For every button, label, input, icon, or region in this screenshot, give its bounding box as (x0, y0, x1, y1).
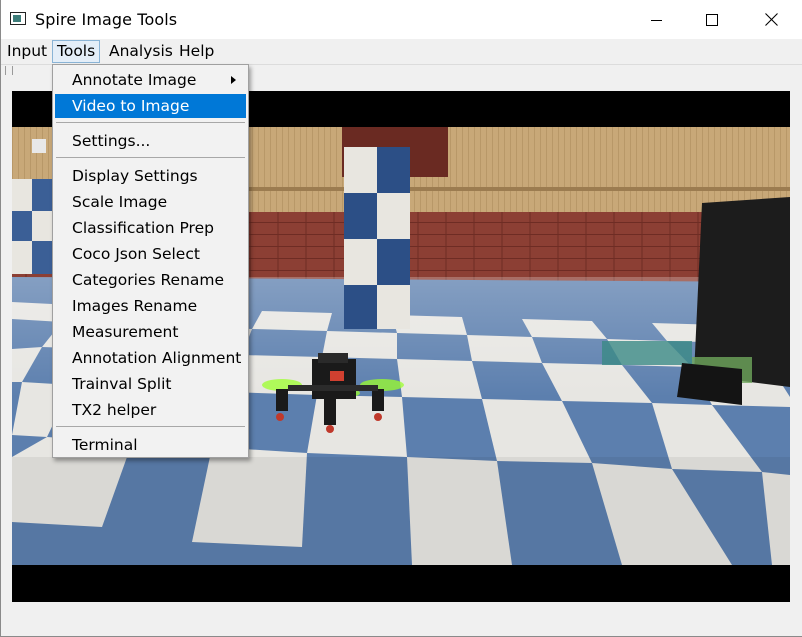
menu-item-label: Classification Prep (72, 219, 214, 237)
submenu-arrow-icon (231, 76, 236, 84)
menu-input[interactable]: Input (3, 40, 51, 63)
menu-item-label: Video to Image (72, 97, 190, 115)
menu-item-label: Categories Rename (72, 271, 225, 289)
menu-analysis[interactable]: Analysis (105, 40, 177, 63)
menu-item-label: Coco Json Select (72, 245, 200, 263)
menu-item-classification-prep[interactable]: Classification Prep (55, 216, 246, 240)
menu-item-label: Images Rename (72, 297, 198, 315)
menu-item-terminal[interactable]: Terminal (55, 433, 246, 457)
menu-item-annotation-alignment[interactable]: Annotation Alignment (55, 346, 246, 370)
menu-item-measurement[interactable]: Measurement (55, 320, 246, 344)
menu-separator (56, 426, 245, 427)
menu-item-label: Annotate Image (72, 71, 197, 89)
maximize-button[interactable] (689, 0, 735, 39)
toolbar-grip[interactable] (5, 66, 13, 75)
close-icon (764, 13, 778, 26)
tools-dropdown-menu: Annotate Image Video to Image Settings..… (52, 64, 249, 458)
menu-item-images-rename[interactable]: Images Rename (55, 294, 246, 318)
menu-item-label: Trainval Split (72, 375, 172, 393)
menu-item-video-to-image[interactable]: Video to Image (55, 94, 246, 118)
maximize-icon (706, 13, 718, 26)
menu-item-annotate-image[interactable]: Annotate Image (55, 68, 246, 92)
menu-tools[interactable]: Tools (52, 40, 101, 63)
menu-item-label: Scale Image (72, 193, 168, 211)
menu-item-trainval-split[interactable]: Trainval Split (55, 372, 246, 396)
menu-item-label: Display Settings (72, 167, 198, 185)
menu-item-label: TX2 helper (72, 401, 157, 419)
menu-help[interactable]: Help (175, 40, 218, 63)
app-window: Spire Image Tools Input Tools Analysis H… (0, 0, 802, 637)
menu-item-settings[interactable]: Settings... (55, 129, 246, 153)
menu-item-scale-image[interactable]: Scale Image (55, 190, 246, 214)
menu-item-display-settings[interactable]: Display Settings (55, 164, 246, 188)
menu-item-categories-rename[interactable]: Categories Rename (55, 268, 246, 292)
menu-bar: Input Tools Analysis Help (1, 39, 802, 64)
minimize-icon (651, 19, 662, 21)
app-icon (10, 12, 26, 25)
menu-item-label: Measurement (72, 323, 179, 341)
close-button[interactable] (748, 0, 794, 39)
menu-item-label: Terminal (72, 436, 138, 454)
menu-item-label: Settings... (72, 132, 151, 150)
menu-separator (56, 122, 245, 123)
menu-item-coco-json-select[interactable]: Coco Json Select (55, 242, 246, 266)
minimize-button[interactable] (634, 0, 680, 39)
menu-item-tx2-helper[interactable]: TX2 helper (55, 398, 246, 422)
menu-separator (56, 157, 245, 158)
menu-item-label: Annotation Alignment (72, 349, 242, 367)
title-bar[interactable]: Spire Image Tools (1, 0, 802, 39)
window-title: Spire Image Tools (35, 10, 178, 29)
